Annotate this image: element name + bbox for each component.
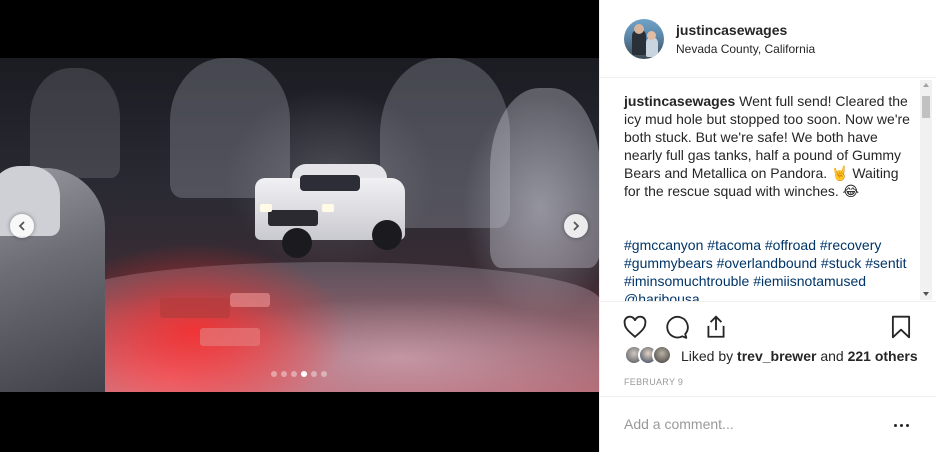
more-dot bbox=[905, 423, 909, 427]
snowy-tree bbox=[30, 68, 120, 178]
post-media bbox=[0, 0, 599, 452]
hashtag-link[interactable]: @haribousa bbox=[624, 291, 700, 301]
hashtag-link[interactable]: #iminsomuchtrouble bbox=[624, 273, 749, 289]
more-dot bbox=[899, 423, 903, 427]
avatar[interactable] bbox=[624, 19, 664, 59]
hashtag-link[interactable]: #tacoma bbox=[707, 237, 761, 253]
comment-form bbox=[600, 396, 936, 452]
avatar-figure bbox=[647, 31, 656, 40]
hashtag-link[interactable]: #gummybears bbox=[624, 255, 713, 271]
avatar-figure bbox=[634, 24, 644, 34]
hashtag-link[interactable]: #iemiisnotamused bbox=[753, 273, 866, 289]
post-username[interactable]: justincasewages bbox=[676, 22, 787, 38]
liked-by-username[interactable]: trev_brewer bbox=[737, 348, 816, 364]
like-button[interactable] bbox=[622, 314, 648, 340]
debris bbox=[200, 328, 260, 346]
avatar-figure bbox=[646, 37, 658, 57]
carousel-dot bbox=[301, 371, 307, 377]
heart-icon bbox=[623, 315, 647, 338]
carousel-dot bbox=[271, 371, 277, 377]
comment-icon bbox=[666, 315, 689, 339]
truck-wheel bbox=[282, 228, 312, 258]
caption-username[interactable]: justincasewages bbox=[624, 93, 735, 109]
truck-grille bbox=[268, 210, 318, 226]
share-button[interactable] bbox=[703, 314, 729, 340]
debris bbox=[230, 293, 270, 307]
hashtag-link[interactable]: #overlandbound bbox=[717, 255, 817, 271]
carousel-next-button[interactable] bbox=[564, 214, 588, 238]
carousel-dot bbox=[281, 371, 287, 377]
save-button[interactable] bbox=[888, 314, 914, 340]
hashtag-link[interactable]: #recovery bbox=[820, 237, 881, 253]
comments-scrollbar[interactable] bbox=[920, 80, 932, 300]
more-options-icon[interactable] bbox=[891, 415, 911, 435]
chevron-left-icon bbox=[18, 221, 25, 231]
carousel-indicator bbox=[271, 371, 327, 377]
action-bar bbox=[600, 301, 936, 348]
likes-text: Liked by trev_brewer and 221 others bbox=[681, 348, 918, 364]
likes-connector: and bbox=[820, 348, 844, 364]
post-date[interactable]: FEBRUARY 9 bbox=[624, 377, 683, 387]
post-details-panel: justincasewages Nevada County, Californi… bbox=[599, 0, 936, 452]
chevron-right-icon bbox=[573, 221, 580, 231]
debris bbox=[160, 298, 230, 318]
share-icon bbox=[707, 315, 725, 338]
truck-wheel bbox=[372, 220, 402, 250]
hashtag-link[interactable]: #stuck bbox=[821, 255, 861, 271]
carousel-dot bbox=[321, 371, 327, 377]
post-header: justincasewages Nevada County, Californi… bbox=[600, 0, 936, 78]
snowy-tree bbox=[170, 58, 290, 198]
scroll-down-icon[interactable] bbox=[923, 292, 929, 296]
liker-avatar[interactable] bbox=[652, 345, 672, 365]
carousel-dot bbox=[291, 371, 297, 377]
post-photo[interactable] bbox=[0, 58, 599, 392]
comments-area: justincasewages Went full send! Cleared … bbox=[600, 79, 936, 301]
likes-prefix: Liked by bbox=[681, 348, 734, 364]
bookmark-icon bbox=[891, 315, 911, 339]
hashtag-link[interactable]: #gmccanyon bbox=[624, 237, 703, 253]
scrollbar-thumb[interactable] bbox=[922, 96, 930, 118]
truck-window bbox=[300, 175, 360, 191]
truck-headlight bbox=[260, 204, 272, 212]
hashtag-list: #gmccanyon #tacoma #offroad #recovery #g… bbox=[624, 236, 916, 301]
scroll-up-icon[interactable] bbox=[923, 83, 929, 87]
post-location[interactable]: Nevada County, California bbox=[676, 42, 815, 56]
hashtag-link[interactable]: #sentit bbox=[865, 255, 906, 271]
truck-headlight bbox=[322, 204, 334, 212]
carousel-dot bbox=[311, 371, 317, 377]
snowy-tree bbox=[490, 88, 599, 268]
hashtag-link[interactable]: #offroad bbox=[765, 237, 816, 253]
comment-button[interactable] bbox=[663, 314, 689, 340]
post-caption: justincasewages Went full send! Cleared … bbox=[624, 92, 916, 200]
carousel-prev-button[interactable] bbox=[10, 214, 34, 238]
comment-input[interactable] bbox=[624, 413, 874, 435]
likes-count[interactable]: 221 others bbox=[848, 348, 918, 364]
liker-avatars[interactable] bbox=[624, 345, 680, 365]
more-dot bbox=[893, 423, 897, 427]
